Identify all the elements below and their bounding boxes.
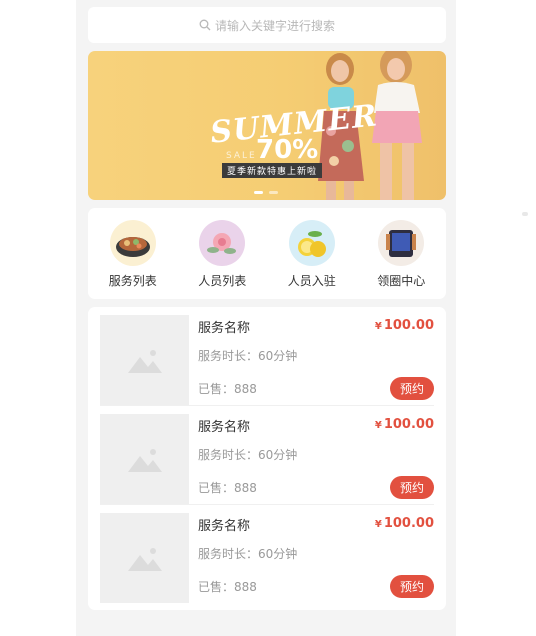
app-screen: 请输入关键字进行搜索 SUMMER SALE 70% 夏季新款特惠上新啦 服务列… — [76, 0, 456, 636]
price-value: 100.00 — [383, 318, 434, 333]
category-label: 领圈中心 — [377, 274, 426, 288]
service-duration: 服务时长：60分钟 — [198, 448, 298, 462]
currency-symbol: ¥ — [374, 420, 382, 431]
service-duration: 服务时长：60分钟 — [198, 547, 298, 561]
category-label: 人员入驻 — [287, 274, 336, 288]
service-price: ¥100.00 — [375, 417, 434, 432]
service-name: 服务名称 — [198, 519, 251, 534]
category-label: 人员列表 — [198, 274, 247, 288]
currency-symbol: ¥ — [374, 519, 382, 530]
banner-pagination — [254, 191, 278, 194]
banner-dot[interactable] — [254, 191, 263, 194]
service-sold-count: 已售：888 — [198, 481, 257, 495]
banner-discount: 70% — [256, 135, 319, 165]
service-name: 服务名称 — [198, 420, 251, 435]
category-coupon-center[interactable]: 领圈中心 — [361, 220, 441, 299]
image-placeholder-icon — [100, 315, 189, 405]
service-sold-count: 已售：888 — [198, 382, 257, 396]
hotpot-dish-icon — [109, 220, 156, 266]
decorative-mark — [522, 212, 528, 216]
price-value: 100.00 — [383, 417, 434, 432]
book-button[interactable]: 预约 — [390, 575, 434, 598]
device-icon — [378, 220, 425, 266]
service-name: 服务名称 — [198, 321, 251, 336]
service-item[interactable]: 服务名称 ¥100.00 服务时长：60分钟 已售：888 预约 — [100, 406, 434, 505]
service-item[interactable]: 服务名称 ¥100.00 服务时长：60分钟 已售：888 预约 — [100, 505, 434, 604]
service-sold-count: 已售：888 — [198, 580, 257, 594]
banner-caption: 夏季新款特惠上新啦 — [222, 163, 323, 178]
category-staff-join[interactable]: 人员入驻 — [272, 220, 352, 299]
category-staff-list[interactable]: 人员列表 — [182, 220, 262, 299]
service-duration: 服务时长：60分钟 — [198, 349, 298, 363]
book-button[interactable]: 预约 — [390, 377, 434, 400]
service-price: ¥100.00 — [375, 318, 434, 333]
service-price: ¥100.00 — [375, 516, 434, 531]
category-nav: 服务列表 人员列表 人员入驻 领圈中心 — [88, 208, 446, 299]
lemon-icon — [288, 220, 335, 266]
service-list: 服务名称 ¥100.00 服务时长：60分钟 已售：888 预约 服务名称 ¥1… — [88, 307, 446, 610]
flower-icon — [199, 220, 246, 266]
price-value: 100.00 — [383, 516, 434, 531]
search-bar[interactable]: 请输入关键字进行搜索 — [88, 7, 446, 43]
category-service-list[interactable]: 服务列表 — [93, 220, 173, 299]
search-icon — [199, 19, 211, 31]
search-placeholder: 请输入关键字进行搜索 — [214, 18, 335, 33]
currency-symbol: ¥ — [374, 321, 382, 332]
category-label: 服务列表 — [108, 274, 157, 288]
banner-dot[interactable] — [269, 191, 278, 194]
image-placeholder-icon — [100, 513, 189, 603]
book-button[interactable]: 预约 — [390, 476, 434, 499]
promo-banner[interactable]: SUMMER SALE 70% 夏季新款特惠上新啦 — [88, 51, 446, 200]
image-placeholder-icon — [100, 414, 189, 504]
service-item[interactable]: 服务名称 ¥100.00 服务时长：60分钟 已售：888 预约 — [100, 307, 434, 406]
banner-sale: SALE — [226, 151, 257, 161]
